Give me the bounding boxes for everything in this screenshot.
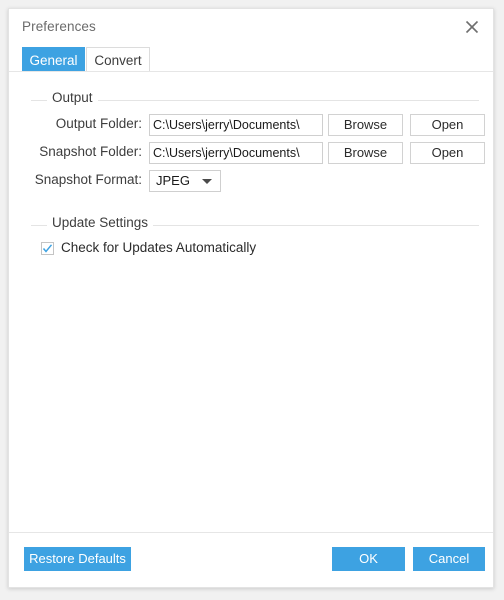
check-updates-label: Check for Updates Automatically — [61, 240, 256, 255]
group-output-header: Output — [31, 93, 479, 109]
close-icon — [457, 20, 487, 34]
output-folder-open-button[interactable]: Open — [410, 114, 485, 136]
output-folder-label: Output Folder: — [22, 116, 142, 131]
snapshot-format-value: JPEG — [156, 171, 190, 191]
group-update-header: Update Settings — [31, 218, 479, 234]
dialog-title: Preferences — [22, 19, 96, 34]
group-output-rule — [31, 100, 479, 101]
cancel-button[interactable]: Cancel — [413, 547, 485, 571]
dialog-footer: Restore Defaults OK Cancel — [9, 533, 493, 587]
ok-button[interactable]: OK — [332, 547, 405, 571]
settings-content: Output Output Folder: C:\Users\jerry\Doc… — [9, 72, 493, 532]
output-folder-browse-button[interactable]: Browse — [328, 114, 403, 136]
close-button[interactable] — [457, 13, 487, 41]
chevron-down-icon — [202, 179, 212, 184]
checkmark-icon — [42, 243, 53, 254]
preferences-dialog: Preferences General Convert Output Outpu… — [8, 8, 494, 588]
check-updates-checkbox[interactable] — [41, 242, 54, 255]
snapshot-format-label: Snapshot Format: — [22, 172, 142, 187]
group-output-legend: Output — [47, 90, 98, 105]
restore-defaults-button[interactable]: Restore Defaults — [24, 547, 131, 571]
snapshot-folder-browse-button[interactable]: Browse — [328, 142, 403, 164]
output-folder-input[interactable]: C:\Users\jerry\Documents\ — [149, 114, 323, 136]
snapshot-folder-label: Snapshot Folder: — [22, 144, 142, 159]
tab-convert[interactable]: Convert — [86, 47, 150, 72]
snapshot-folder-input[interactable]: C:\Users\jerry\Documents\ — [149, 142, 323, 164]
group-update-legend: Update Settings — [47, 215, 153, 230]
snapshot-format-select[interactable]: JPEG — [149, 170, 221, 192]
title-bar: Preferences — [9, 9, 493, 47]
tab-general[interactable]: General — [22, 47, 85, 72]
snapshot-folder-open-button[interactable]: Open — [410, 142, 485, 164]
tab-strip: General Convert — [9, 47, 493, 72]
